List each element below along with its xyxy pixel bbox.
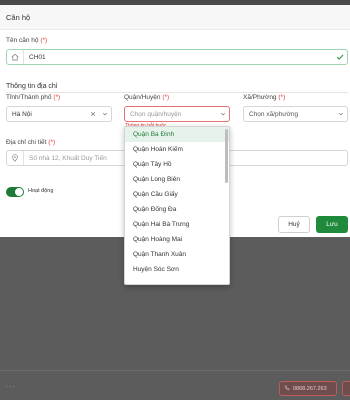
clear-icon[interactable] [87, 111, 99, 117]
apartment-name-label-text: Tên căn hộ [6, 37, 39, 44]
district-placeholder: Chọn quận/huyện [130, 110, 182, 118]
active-toggle-label: Hoạt động [28, 188, 54, 194]
save-button[interactable]: Lưu [316, 216, 348, 233]
ward-label: Xã/Phường (*) [243, 94, 285, 101]
district-option[interactable]: Quận Thanh Xuân [125, 247, 229, 262]
modal-title: Căn hộ [6, 12, 31, 22]
detail-address-label-text: Địa chỉ chi tiết [6, 139, 47, 146]
active-toggle[interactable] [6, 187, 24, 197]
background-phone-number: 0868.267.263 [293, 385, 327, 392]
province-value: Hà Nội [12, 110, 32, 118]
modal-header: Căn hộ [0, 5, 350, 30]
province-label: Tỉnh/Thành phố (*) [6, 94, 60, 101]
required-mark: (*) [278, 94, 286, 101]
district-option-list: Quận Ba Đình Quận Hoàn Kiếm Quận Tây Hồ Quậ… [125, 127, 229, 277]
district-option[interactable]: Quận Long Biên [125, 172, 229, 187]
section-divider [6, 92, 348, 93]
district-option[interactable]: Huyện Sóc Sơn [125, 262, 229, 277]
background-footer-text: ∙ ∙ ∙ [6, 384, 15, 390]
background-divider [0, 370, 350, 371]
detail-address-label: Địa chỉ chi tiết (*) [6, 139, 55, 146]
cancel-button[interactable]: Huỷ [278, 216, 310, 233]
address-section-title: Thông tin địa chỉ [6, 83, 58, 90]
check-icon [333, 53, 347, 61]
district-option[interactable]: Quận Hoàng Mai [125, 232, 229, 247]
toggle-knob [15, 188, 23, 196]
province-label-text: Tỉnh/Thành phố [6, 94, 52, 101]
background-badge-edge [342, 381, 350, 396]
ward-placeholder: Chọn xã/phường [249, 110, 299, 118]
chevron-down-icon [99, 111, 111, 117]
ward-label-text: Xã/Phường [243, 94, 277, 101]
home-icon [7, 50, 24, 64]
ward-select[interactable]: Chọn xã/phường [243, 106, 348, 122]
required-mark: (*) [48, 139, 56, 146]
phone-icon [284, 385, 290, 393]
district-label-text: Quận/Huyện [124, 94, 161, 101]
required-mark: (*) [162, 94, 170, 101]
district-option[interactable]: Quận Tây Hồ [125, 157, 229, 172]
district-option[interactable]: Quận Ba Đình [125, 127, 229, 142]
chevron-down-icon [217, 111, 229, 117]
required-mark: (*) [40, 37, 48, 44]
district-option[interactable]: Quận Đống Đa [125, 202, 229, 217]
required-mark: (*) [53, 94, 61, 101]
district-option[interactable]: Quận Cầu Giấy [125, 187, 229, 202]
dropdown-scrollbar[interactable] [225, 129, 228, 183]
apartment-name-field[interactable]: CH01 [6, 49, 348, 65]
background-phone-badge: 0868.267.263 [279, 381, 337, 396]
chevron-down-icon [335, 111, 347, 117]
district-dropdown: Quận Ba Đình Quận Hoàn Kiếm Quận Tây Hồ Quậ… [124, 126, 230, 285]
location-pin-icon [7, 151, 24, 165]
province-select[interactable]: Hà Nội [6, 106, 112, 122]
apartment-name-value: CH01 [29, 53, 46, 61]
district-select[interactable]: Chọn quận/huyện [124, 106, 230, 122]
district-option[interactable]: Quận Hai Bà Trưng [125, 217, 229, 232]
district-option[interactable]: Quận Hoàn Kiếm [125, 142, 229, 157]
apartment-name-label: Tên căn hộ (*) [6, 37, 47, 44]
district-label: Quận/Huyện (*) [124, 94, 169, 101]
